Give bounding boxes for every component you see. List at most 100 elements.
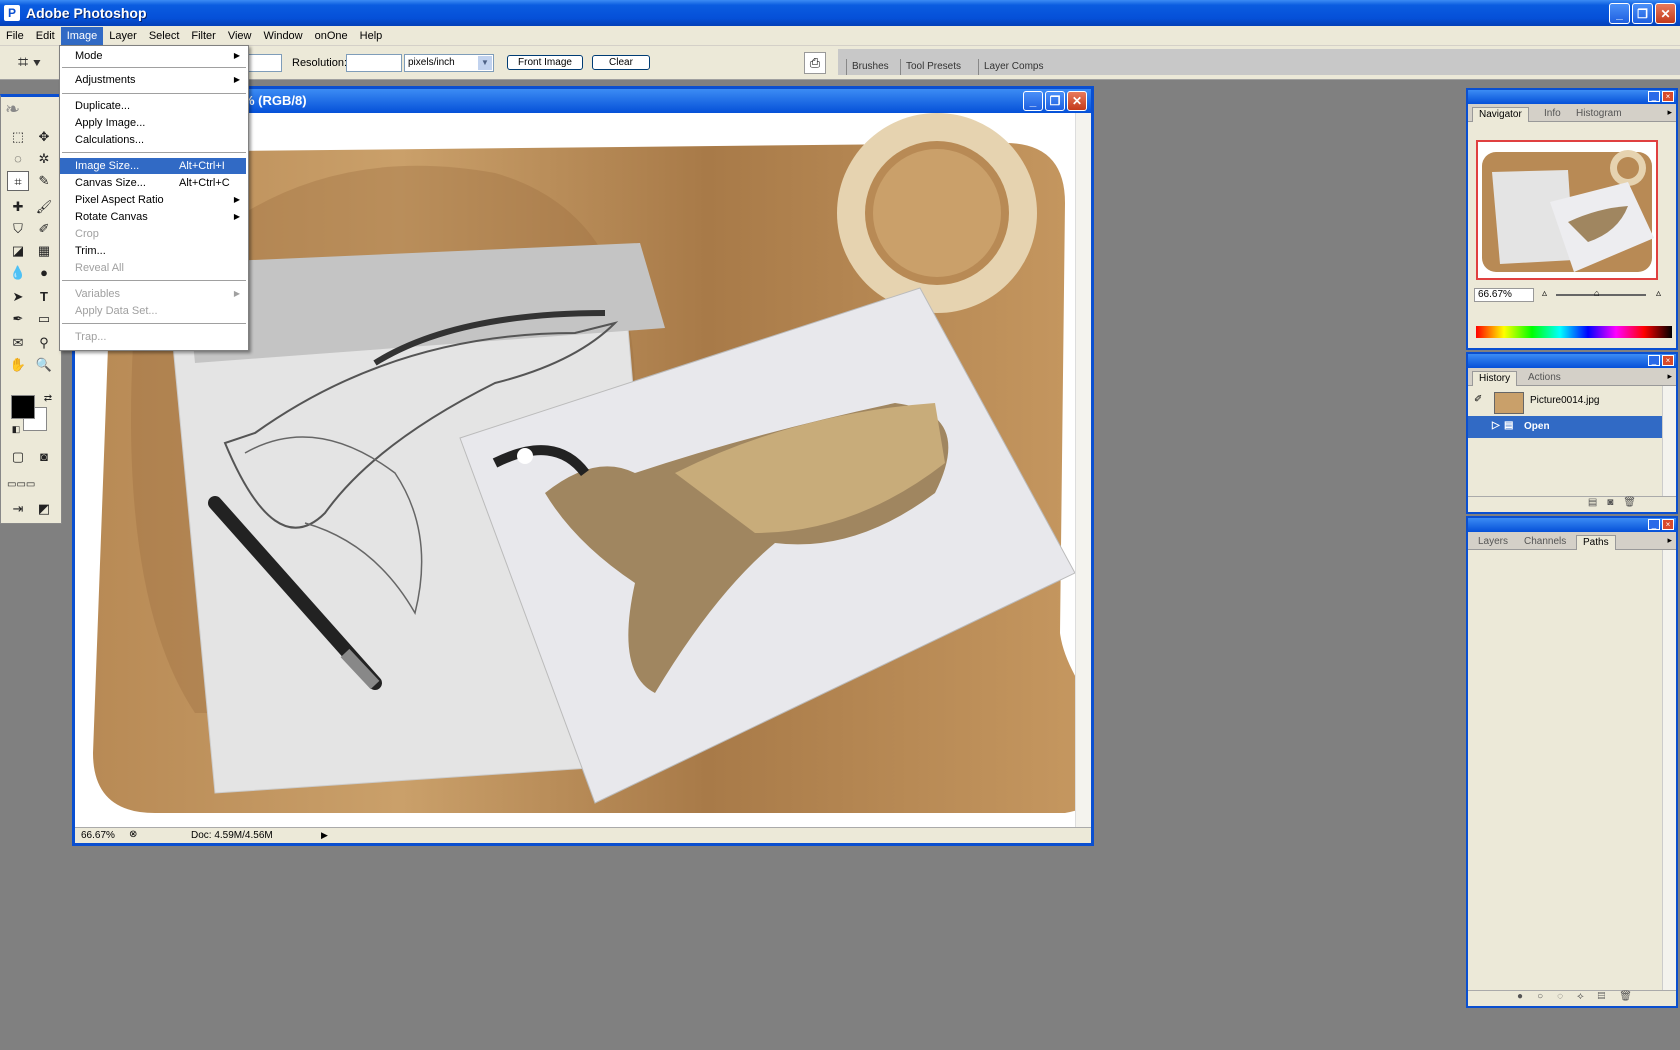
- history-brush-tool-icon[interactable]: ✐: [33, 219, 55, 239]
- menu-layer[interactable]: Layer: [103, 27, 143, 45]
- tab-paths[interactable]: Paths: [1576, 535, 1616, 550]
- healing-brush-tool-icon[interactable]: ✚: [7, 197, 29, 217]
- panel-close-button[interactable]: ×: [1662, 355, 1674, 366]
- history-snapshot-row[interactable]: ✐ Picture0014.jpg: [1468, 390, 1676, 414]
- doc-minimize-button[interactable]: _: [1023, 91, 1043, 111]
- canvas-vertical-scrollbar[interactable]: [1075, 113, 1091, 829]
- resolution-units-select[interactable]: pixels/inch ▼: [404, 54, 494, 72]
- navigator-thumbnail[interactable]: [1476, 140, 1658, 280]
- tab-histogram[interactable]: Histogram: [1570, 107, 1628, 122]
- menu-file[interactable]: File: [0, 27, 30, 45]
- well-tab-tool-presets[interactable]: Tool Presets: [900, 59, 966, 75]
- image-menu-adjustments[interactable]: Adjustments ▶: [60, 72, 246, 88]
- maximize-button[interactable]: ❐: [1632, 3, 1653, 24]
- foreground-color-swatch-front[interactable]: [11, 395, 35, 419]
- menu-help[interactable]: Help: [354, 27, 389, 45]
- move-tool-icon[interactable]: ✥: [33, 127, 55, 147]
- image-menu-trim[interactable]: Trim...: [60, 243, 246, 259]
- blur-tool-icon[interactable]: 💧: [7, 263, 29, 283]
- image-menu-rotate-canvas[interactable]: Rotate Canvas ▶: [60, 209, 246, 225]
- image-menu-duplicate[interactable]: Duplicate...: [60, 98, 246, 114]
- zoom-in-icon[interactable]: ▵: [1656, 288, 1661, 299]
- image-menu-mode[interactable]: Mode ▶: [60, 48, 246, 64]
- menu-onone[interactable]: onOne: [309, 27, 354, 45]
- menu-select[interactable]: Select: [143, 27, 186, 45]
- default-colors-icon[interactable]: ◧: [5, 419, 27, 439]
- image-menu-pixel-aspect-ratio[interactable]: Pixel Aspect Ratio ▶: [60, 192, 246, 208]
- tab-history[interactable]: History: [1472, 371, 1518, 386]
- menu-edit[interactable]: Edit: [30, 27, 61, 45]
- zoom-out-icon[interactable]: ▵: [1542, 288, 1547, 299]
- panel-close-button[interactable]: ×: [1662, 519, 1674, 530]
- marquee-tool-icon[interactable]: ⬚: [7, 127, 29, 147]
- resolution-input[interactable]: [346, 54, 402, 72]
- shape-tool-icon[interactable]: ▭: [33, 309, 55, 329]
- pen-tool-icon[interactable]: ✒: [7, 309, 29, 329]
- panel-minimize-button[interactable]: _: [1648, 519, 1660, 530]
- status-menu-arrow-icon[interactable]: ▶: [321, 830, 328, 841]
- doc-maximize-button[interactable]: ❐: [1045, 91, 1065, 111]
- gradient-tool-icon[interactable]: ▦: [33, 241, 55, 261]
- swap-colors-icon[interactable]: ⇄: [37, 389, 59, 409]
- menu-bar: File Edit Image Layer Select Filter View…: [0, 26, 1680, 46]
- menu-image[interactable]: Image: [60, 26, 104, 45]
- panel-close-button[interactable]: ×: [1662, 91, 1674, 102]
- tab-layers[interactable]: Layers: [1472, 535, 1514, 550]
- well-tab-brushes[interactable]: Brushes: [846, 59, 894, 75]
- clear-button[interactable]: Clear: [592, 55, 650, 70]
- navigator-zoom-field[interactable]: 66.67%: [1474, 288, 1534, 302]
- notes-tool-icon[interactable]: ✉: [7, 333, 29, 353]
- color-spectrum-bar[interactable]: [1476, 326, 1672, 338]
- image-menu-calculations[interactable]: Calculations...: [60, 132, 246, 148]
- hand-tool-icon[interactable]: ✋: [7, 355, 29, 375]
- menu-view[interactable]: View: [222, 27, 258, 45]
- path-selection-tool-icon[interactable]: ➤: [7, 287, 29, 307]
- panel-menu-icon[interactable]: ▸: [1667, 371, 1672, 382]
- brush-tool-icon[interactable]: 🖌: [33, 197, 55, 217]
- type-tool-icon[interactable]: T: [33, 287, 55, 307]
- zoom-tool-icon[interactable]: 🔍: [33, 355, 55, 375]
- doc-close-button[interactable]: ✕: [1067, 91, 1087, 111]
- history-state-row[interactable]: ▷ ▤ Open: [1468, 416, 1676, 438]
- status-options-icon[interactable]: ⊗: [129, 829, 137, 840]
- front-image-button[interactable]: Front Image: [507, 55, 583, 70]
- tab-navigator[interactable]: Navigator: [1472, 107, 1529, 122]
- well-tab-layer-comps[interactable]: Layer Comps: [978, 59, 1048, 75]
- history-brush-source-icon[interactable]: ✐: [1474, 394, 1482, 405]
- imageready-icon[interactable]: ◩: [33, 499, 55, 519]
- image-menu-canvas-size[interactable]: Canvas Size... Alt+Ctrl+C: [60, 175, 246, 191]
- document-zoom-level[interactable]: 66.67%: [81, 830, 115, 841]
- height-input[interactable]: [246, 54, 282, 72]
- clone-stamp-tool-icon[interactable]: ⛉: [7, 219, 29, 239]
- crop-tool-icon[interactable]: ⌗: [7, 171, 29, 191]
- image-menu-apply-image[interactable]: Apply Image...: [60, 115, 246, 131]
- screen-mode-icons[interactable]: ▭▭▭: [7, 475, 35, 495]
- paths-scrollbar[interactable]: [1662, 550, 1676, 992]
- lasso-tool-icon[interactable]: ◌: [7, 149, 29, 169]
- eyedropper-tool-icon[interactable]: ⚲: [33, 333, 55, 353]
- dodge-tool-icon[interactable]: ●: [33, 263, 55, 283]
- jump-to-imageready-icon[interactable]: ⇥: [7, 499, 29, 519]
- slice-tool-icon[interactable]: ✎: [33, 171, 55, 191]
- panel-minimize-button[interactable]: _: [1648, 91, 1660, 102]
- magic-wand-tool-icon[interactable]: ✲: [33, 149, 55, 169]
- close-button[interactable]: ✕: [1655, 3, 1676, 24]
- history-scrollbar[interactable]: [1662, 386, 1676, 498]
- tab-channels[interactable]: Channels: [1518, 535, 1572, 550]
- image-menu-image-size[interactable]: Image Size... Alt+Ctrl+I: [60, 158, 246, 174]
- panel-menu-icon[interactable]: ▸: [1667, 535, 1672, 546]
- zoom-slider-handle-icon[interactable]: ⌂: [1594, 288, 1599, 298]
- quick-mask-icon[interactable]: ◙: [33, 447, 55, 467]
- eraser-tool-icon[interactable]: ◪: [7, 241, 29, 261]
- standard-mode-icon[interactable]: ▢: [7, 447, 29, 467]
- navigator-zoom-slider[interactable]: [1556, 294, 1646, 296]
- panel-menu-icon[interactable]: ▸: [1667, 107, 1672, 118]
- crop-tool-preset-icon[interactable]: ⌗ ▾: [18, 52, 52, 74]
- tab-info[interactable]: Info: [1538, 107, 1567, 122]
- panel-minimize-button[interactable]: _: [1648, 355, 1660, 366]
- menu-window[interactable]: Window: [258, 27, 309, 45]
- menu-filter[interactable]: Filter: [185, 27, 221, 45]
- tab-actions[interactable]: Actions: [1522, 371, 1567, 386]
- file-browser-icon[interactable]: ⎙: [804, 52, 826, 74]
- minimize-button[interactable]: _: [1609, 3, 1630, 24]
